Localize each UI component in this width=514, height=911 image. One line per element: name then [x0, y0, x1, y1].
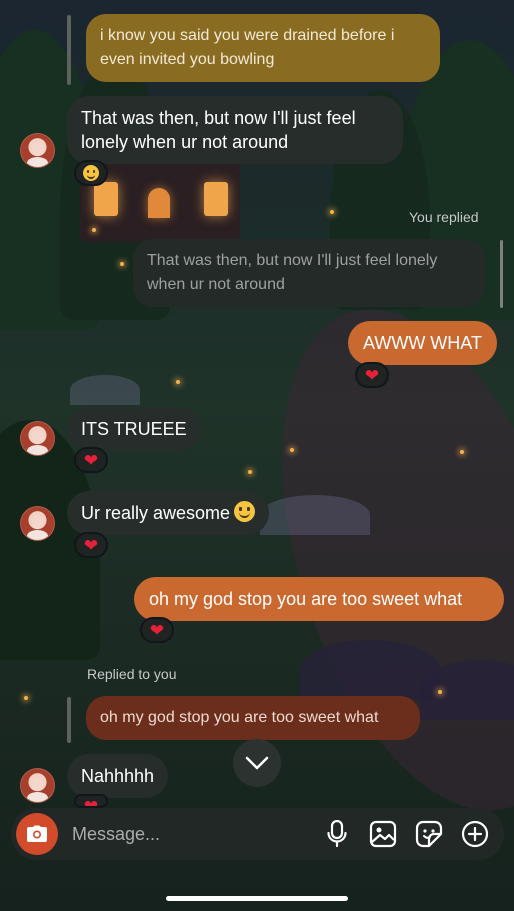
incoming-message[interactable]: ITS TRUEEE [67, 407, 201, 451]
chevron-down-icon [245, 756, 269, 770]
quote-bar [67, 15, 71, 85]
add-icon [461, 820, 489, 848]
incoming-message[interactable]: Nahhhhh [67, 754, 169, 798]
quoted-message[interactable]: i know you said you were drained before … [86, 14, 440, 82]
avatar[interactable] [20, 506, 55, 541]
message-input[interactable] [70, 822, 314, 846]
avatar[interactable] [20, 421, 55, 456]
reaction-smile[interactable] [74, 160, 108, 186]
quote-bar [67, 697, 71, 743]
sticker-icon [415, 820, 443, 848]
heart-emoji-icon: ❤ [83, 797, 99, 808]
smile-emoji-icon [234, 501, 256, 522]
reaction-heart[interactable]: ❤ [74, 794, 108, 808]
incoming-message[interactable]: Ur really awesome [67, 491, 270, 535]
microphone-icon [327, 820, 347, 848]
reaction-heart[interactable]: ❤ [74, 532, 108, 558]
heart-emoji-icon: ❤ [83, 535, 99, 555]
avatar[interactable] [20, 133, 55, 168]
scrollbar[interactable] [500, 240, 503, 308]
smile-emoji-icon [83, 165, 99, 181]
incoming-message[interactable]: That was then, but now I'll just feel lo… [67, 96, 403, 164]
message-composer [11, 808, 504, 860]
gallery-icon [369, 820, 397, 848]
scroll-to-bottom-button[interactable] [233, 739, 281, 787]
reaction-heart[interactable]: ❤ [140, 617, 174, 643]
heart-emoji-icon: ❤ [83, 450, 99, 470]
heart-emoji-icon: ❤ [364, 365, 380, 385]
outgoing-message[interactable]: AWWW WHAT [348, 321, 497, 365]
home-indicator [166, 896, 348, 901]
reaction-heart[interactable]: ❤ [74, 447, 108, 473]
camera-button[interactable] [16, 813, 58, 855]
heart-emoji-icon: ❤ [149, 620, 165, 640]
camera-icon [27, 825, 47, 842]
replied-to-you-label: Replied to you [87, 666, 177, 682]
outgoing-message[interactable]: oh my god stop you are too sweet what [134, 577, 504, 621]
more-options-button[interactable] [452, 811, 498, 857]
you-replied-label: You replied [409, 209, 479, 225]
message-text: Ur really awesome [81, 503, 231, 523]
avatar[interactable] [20, 768, 55, 803]
voice-message-button[interactable] [314, 811, 360, 857]
reaction-heart[interactable]: ❤ [355, 362, 389, 388]
quoted-message[interactable]: That was then, but now I'll just feel lo… [133, 239, 485, 307]
sticker-button[interactable] [406, 811, 452, 857]
quoted-message[interactable]: oh my god stop you are too sweet what [86, 696, 420, 740]
gallery-button[interactable] [360, 811, 406, 857]
